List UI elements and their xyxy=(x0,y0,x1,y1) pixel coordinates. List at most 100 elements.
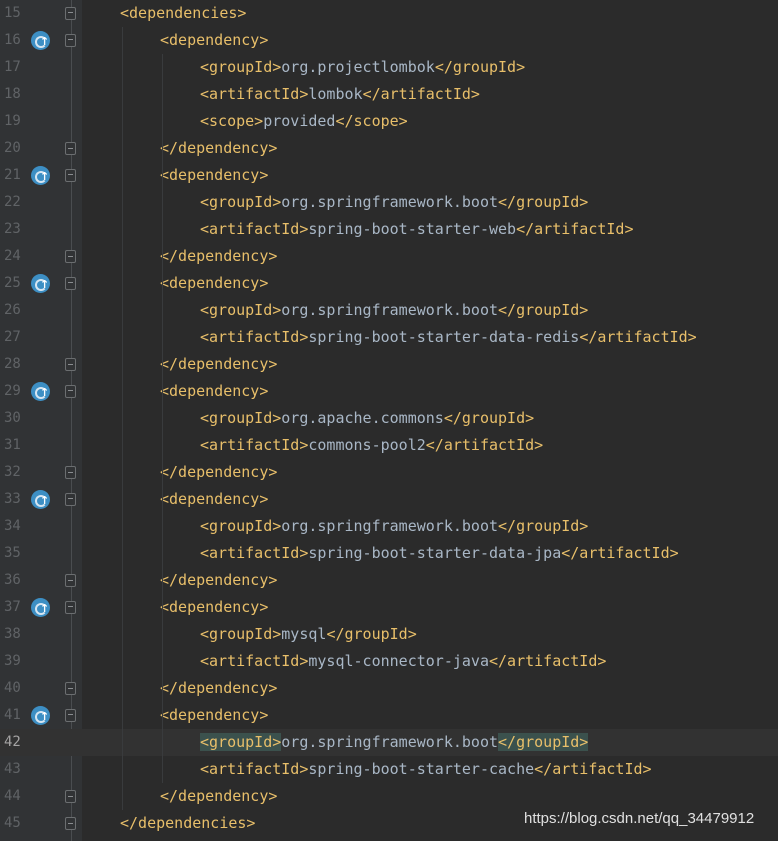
code-line[interactable]: 25 <dependency> xyxy=(0,270,778,298)
code-line[interactable]: 40 </dependency> xyxy=(0,675,778,702)
fold-collapse-icon[interactable] xyxy=(65,7,76,20)
code-text[interactable]: </dependency> xyxy=(160,675,277,702)
code-line[interactable]: 44 </dependency> xyxy=(0,783,778,810)
code-line[interactable]: 31 <artifactId>commons-pool2</artifactId> xyxy=(0,432,778,459)
code-text[interactable]: </dependency> xyxy=(160,351,277,378)
code-line[interactable]: 35 <artifactId>spring-boot-starter-data-j… xyxy=(0,540,778,567)
fold-end-icon[interactable] xyxy=(65,682,76,695)
code-text[interactable]: <scope>provided</scope> xyxy=(200,108,408,135)
override-arrow-icon[interactable] xyxy=(31,379,50,406)
code-line[interactable]: 19 <scope>provided</scope> xyxy=(0,108,778,135)
code-line[interactable]: 37 <dependency> xyxy=(0,594,778,622)
code-line[interactable]: 26 <groupId>org.springframework.boot</gro… xyxy=(0,297,778,324)
fold-end-icon[interactable] xyxy=(65,790,76,803)
override-arrow-icon[interactable] xyxy=(31,28,50,55)
code-text[interactable]: </dependency> xyxy=(160,783,277,810)
code-text[interactable]: </dependencies> xyxy=(120,810,255,837)
fold-collapse-icon[interactable] xyxy=(65,709,76,722)
code-text[interactable]: <dependency> xyxy=(160,702,268,729)
code-text[interactable]: </dependency> xyxy=(160,567,277,594)
xml-tag: <dependency> xyxy=(160,706,269,724)
code-text[interactable]: <groupId>org.springframework.boot</group… xyxy=(200,189,588,216)
code-text[interactable]: <dependency> xyxy=(160,270,268,297)
code-line[interactable]: 29 <dependency> xyxy=(0,378,778,406)
code-text[interactable]: <dependency> xyxy=(160,594,268,621)
xml-text: provided xyxy=(263,112,336,130)
code-text[interactable]: <groupId>org.projectlombok</groupId> xyxy=(200,54,525,81)
fold-end-icon[interactable] xyxy=(65,574,76,587)
override-arrow-icon[interactable] xyxy=(31,271,50,298)
fold-collapse-icon[interactable] xyxy=(65,277,76,290)
code-text[interactable]: <groupId>org.springframework.boot</group… xyxy=(200,729,589,756)
xml-text: org.apache.commons xyxy=(281,409,444,427)
code-text[interactable]: </dependency> xyxy=(160,135,277,162)
code-text[interactable]: <groupId>org.springframework.boot</group… xyxy=(200,513,588,540)
code-line[interactable]: 42 <groupId>org.springframework.boot</gro… xyxy=(0,729,778,756)
code-line[interactable]: 33 <dependency> xyxy=(0,486,778,514)
code-line[interactable]: 23 <artifactId>spring-boot-starter-web</a… xyxy=(0,216,778,243)
fold-collapse-icon[interactable] xyxy=(65,169,76,182)
code-line[interactable]: 17 <groupId>org.projectlombok</groupId> xyxy=(0,54,778,81)
code-text[interactable]: <dependency> xyxy=(160,378,268,405)
code-editor[interactable]: 15 <dependencies> 16 <dependency> 17 <groupId… xyxy=(0,0,778,841)
xml-tag: </dependency> xyxy=(160,463,278,481)
xml-tag: </artifactId> xyxy=(534,760,652,778)
code-line[interactable]: 38 <groupId>mysql</groupId> xyxy=(0,621,778,648)
code-text[interactable]: <artifactId>commons-pool2</artifactId> xyxy=(200,432,543,459)
code-line[interactable]: 28 </dependency> xyxy=(0,351,778,378)
code-line[interactable]: 16 <dependency> xyxy=(0,27,778,55)
code-text[interactable]: <dependency> xyxy=(160,162,268,189)
code-line[interactable]: 36 </dependency> xyxy=(0,567,778,594)
fold-collapse-icon[interactable] xyxy=(65,601,76,614)
code-text[interactable]: <dependencies> xyxy=(120,0,246,27)
code-line[interactable]: 20 </dependency> xyxy=(0,135,778,162)
code-text[interactable]: <artifactId>spring-boot-starter-web</art… xyxy=(200,216,634,243)
xml-tag: <groupId> xyxy=(200,58,282,76)
code-text[interactable]: </dependency> xyxy=(160,243,277,270)
code-line[interactable]: 21 <dependency> xyxy=(0,162,778,190)
xml-tag: <artifactId> xyxy=(200,544,309,562)
code-text[interactable]: <groupId>mysql</groupId> xyxy=(200,621,417,648)
fold-end-icon[interactable] xyxy=(65,358,76,371)
fold-end-icon[interactable] xyxy=(65,250,76,263)
code-line[interactable]: 18 <artifactId>lombok</artifactId> xyxy=(0,81,778,108)
code-line[interactable]: 34 <groupId>org.springframework.boot</gro… xyxy=(0,513,778,540)
xml-tag: </dependency> xyxy=(160,571,278,589)
code-text[interactable]: <dependency> xyxy=(160,486,268,513)
xml-tag: <artifactId> xyxy=(200,652,309,670)
code-text[interactable]: <artifactId>spring-boot-starter-cache</a… xyxy=(200,756,652,783)
code-text[interactable]: <artifactId>mysql-connector-java</artifa… xyxy=(200,648,606,675)
code-text[interactable]: <dependency> xyxy=(160,27,268,54)
code-line[interactable]: 30 <groupId>org.apache.commons</groupId> xyxy=(0,405,778,432)
fold-end-icon[interactable] xyxy=(65,817,76,830)
fold-collapse-icon[interactable] xyxy=(65,34,76,47)
fold-collapse-icon[interactable] xyxy=(65,493,76,506)
override-arrow-icon[interactable] xyxy=(31,703,50,730)
code-line[interactable]: 15 <dependencies> xyxy=(0,0,778,27)
line-number: 20 xyxy=(4,140,21,156)
code-text[interactable]: <artifactId>lombok</artifactId> xyxy=(200,81,480,108)
code-text[interactable]: </dependency> xyxy=(160,459,277,486)
xml-tag: <groupId> xyxy=(200,625,282,643)
code-text[interactable]: <artifactId>spring-boot-starter-data-jpa… xyxy=(200,540,679,567)
fold-collapse-icon[interactable] xyxy=(65,385,76,398)
code-line[interactable]: 22 <groupId>org.springframework.boot</gro… xyxy=(0,189,778,216)
fold-end-icon[interactable] xyxy=(65,142,76,155)
xml-tag: <groupId> xyxy=(200,193,282,211)
code-line[interactable]: 43 <artifactId>spring-boot-starter-cache<… xyxy=(0,756,778,783)
code-line[interactable]: 32 </dependency> xyxy=(0,459,778,486)
override-arrow-icon[interactable] xyxy=(31,595,50,622)
xml-tag: </artifactId> xyxy=(561,544,679,562)
code-line[interactable]: 41 <dependency> xyxy=(0,702,778,730)
override-arrow-icon[interactable] xyxy=(31,487,50,514)
xml-tag: <dependency> xyxy=(160,166,269,184)
code-text[interactable]: <groupId>org.apache.commons</groupId> xyxy=(200,405,534,432)
code-line[interactable]: 24 </dependency> xyxy=(0,243,778,270)
override-arrow-icon[interactable] xyxy=(31,163,50,190)
code-text[interactable]: <artifactId>spring-boot-starter-data-red… xyxy=(200,324,697,351)
code-text[interactable]: <groupId>org.springframework.boot</group… xyxy=(200,297,588,324)
code-line[interactable]: 39 <artifactId>mysql-connector-java</arti… xyxy=(0,648,778,675)
xml-text: spring-boot-starter-data-redis xyxy=(308,328,580,346)
code-line[interactable]: 27 <artifactId>spring-boot-starter-data-r… xyxy=(0,324,778,351)
fold-end-icon[interactable] xyxy=(65,466,76,479)
